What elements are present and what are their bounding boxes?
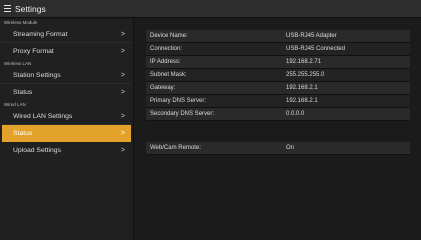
- row-value: 255.255.255.0: [286, 72, 325, 78]
- hamburger-menu-icon[interactable]: [4, 5, 11, 12]
- row-key: Web/Cam Remote:: [150, 145, 201, 151]
- chevron-right-icon: >: [120, 147, 125, 154]
- row-key: Secondary DNS Server:: [150, 111, 215, 117]
- table-row: Connection: USB-RJ45 Connected: [146, 43, 410, 56]
- row-key: Subnet Mask:: [150, 72, 187, 78]
- sidebar-item-label: Streaming Format: [13, 30, 68, 38]
- row-value: 192.168.2.1: [286, 98, 318, 104]
- chevron-right-icon: >: [120, 71, 125, 79]
- sidebar-item-station-settings[interactable]: Station Settings >: [2, 67, 131, 84]
- chevron-right-icon: >: [120, 130, 125, 137]
- sidebar-item-label: Upload Settings: [13, 147, 61, 154]
- table-row: Device Name: USB-RJ45 Adapter: [146, 30, 410, 43]
- window-title: Settings: [15, 3, 46, 14]
- chevron-right-icon: >: [120, 89, 125, 96]
- sidebar-item-proxy-format[interactable]: Proxy Format >: [2, 43, 131, 60]
- section-label-wired-lan: Wired LAN: [4, 102, 26, 107]
- chevron-right-icon: >: [120, 48, 125, 55]
- chevron-right-icon: >: [120, 30, 125, 38]
- status-table: Device Name: USB-RJ45 Adapter Connection…: [146, 30, 410, 121]
- chevron-right-icon: >: [120, 112, 125, 120]
- row-key: Connection:: [150, 46, 183, 52]
- table-row: Secondary DNS Server: 0.0.0.0: [146, 108, 410, 121]
- row-value: On: [286, 145, 295, 151]
- table-row: Primary DNS Server: 192.168.2.1: [146, 95, 410, 108]
- sidebar-item-wired-lan-settings[interactable]: Wired LAN Settings >: [2, 108, 131, 125]
- row-value: USB-RJ45 Connected: [286, 46, 346, 52]
- section-label-wireless-module: Wireless Module: [4, 20, 38, 25]
- row-value: 192.168.2.1: [286, 85, 318, 91]
- row-value: 192.168.2.71: [286, 59, 322, 65]
- sidebar-item-wired-status[interactable]: Status >: [2, 125, 131, 142]
- section-label-wireless-lan: Wireless LAN: [4, 61, 32, 66]
- row-key: Primary DNS Server:: [150, 98, 207, 104]
- sidebar: Wireless Module Streaming Format > Proxy…: [0, 19, 134, 240]
- sidebar-item-label: Station Settings: [13, 71, 61, 79]
- sidebar-item-label: Wired LAN Settings: [13, 112, 73, 120]
- table-row: Gateway: 192.168.2.1: [146, 82, 410, 95]
- row-value: USB-RJ45 Adapter: [286, 33, 337, 39]
- sidebar-item-upload-settings[interactable]: Upload Settings >: [2, 142, 131, 159]
- row-key: Device Name:: [150, 33, 188, 39]
- row-value: 0.0.0.0: [286, 111, 305, 117]
- sidebar-item-label: Proxy Format: [13, 48, 54, 55]
- title-bar: Settings: [0, 0, 421, 18]
- row-key: IP Address:: [150, 59, 181, 65]
- row-key: Gateway:: [150, 85, 176, 91]
- sidebar-item-streaming-format[interactable]: Streaming Format >: [2, 26, 131, 43]
- table-row: Web/Cam Remote: On: [146, 142, 410, 155]
- table-row: IP Address: 192.168.2.71: [146, 56, 410, 69]
- sidebar-item-label: Status: [13, 89, 33, 96]
- remote-status-table: Web/Cam Remote: On: [146, 142, 410, 155]
- sidebar-item-wireless-status[interactable]: Status >: [2, 84, 131, 101]
- main-panel: Device Name: USB-RJ45 Adapter Connection…: [134, 19, 421, 240]
- sidebar-item-label: Status: [13, 130, 33, 137]
- table-row: Subnet Mask: 255.255.255.0: [146, 69, 410, 82]
